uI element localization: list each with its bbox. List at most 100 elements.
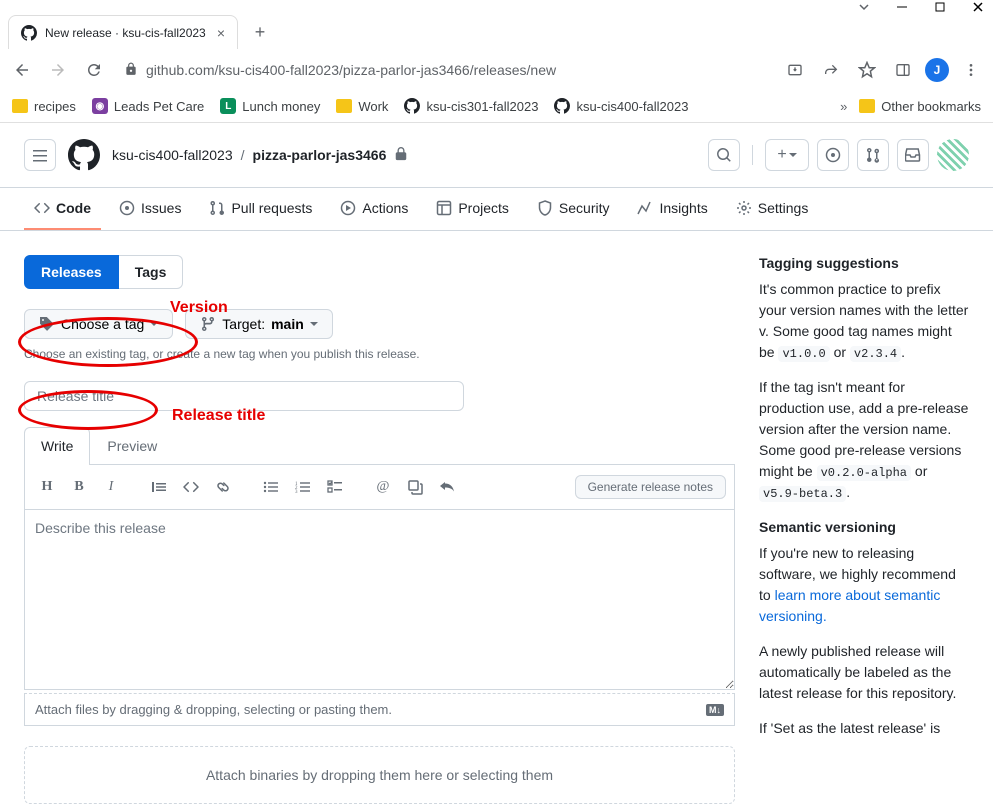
nav-actions[interactable]: Actions [330, 188, 418, 230]
site-icon: ◉ [92, 98, 108, 114]
issues-button[interactable] [817, 139, 849, 171]
nav-insights[interactable]: Insights [627, 188, 717, 230]
search-button[interactable] [708, 139, 740, 171]
choose-tag-button[interactable]: Choose a tag [24, 309, 173, 339]
semver-heading: Semantic versioning [759, 519, 969, 535]
window-titlebar [0, 0, 993, 14]
pull-requests-button[interactable] [857, 139, 889, 171]
folder-icon [12, 99, 28, 113]
cross-reference-button[interactable] [401, 473, 429, 501]
unordered-list-button[interactable] [257, 473, 285, 501]
tab-title: New release · ksu-cis-fall2023 [45, 26, 209, 40]
release-sidebar: Tagging suggestions It's common practice… [759, 255, 969, 804]
github-favicon-icon [21, 25, 37, 41]
bookmark-cis301[interactable]: ksu-cis301-fall2023 [404, 98, 538, 114]
side-panel-icon[interactable] [889, 56, 917, 84]
release-tabs: Releases Tags [24, 255, 735, 289]
italic-button[interactable]: I [97, 473, 125, 501]
quote-button[interactable] [145, 473, 173, 501]
dropdown-icon[interactable] [857, 0, 871, 14]
other-bookmarks[interactable]: Other bookmarks [859, 99, 981, 114]
page-scroll[interactable]: ksu-cis400-fall2023 / pizza-parlor-jas34… [0, 123, 993, 810]
bookmark-star-icon[interactable] [853, 56, 881, 84]
semver-link[interactable]: learn more about semantic versioning. [759, 587, 940, 624]
binary-dropzone[interactable]: Attach binaries by dropping them here or… [24, 746, 735, 804]
svg-text:3: 3 [295, 490, 298, 495]
tags-tab[interactable]: Tags [119, 255, 184, 289]
bookmarks-overflow-icon[interactable]: » [840, 99, 847, 114]
forward-button[interactable] [44, 56, 72, 84]
release-body: Releases Tags Choose a tag Target: main … [0, 231, 993, 810]
github-logo-icon[interactable] [68, 139, 100, 171]
nav-code[interactable]: Code [24, 188, 101, 230]
new-tab-button[interactable]: + [246, 18, 274, 46]
tag-row: Choose a tag Target: main [24, 309, 735, 339]
owner-link[interactable]: ksu-cis400-fall2023 [112, 147, 233, 163]
tag-hint-text: Choose an existing tag, or create a new … [24, 347, 735, 361]
bookmark-cis400[interactable]: ksu-cis400-fall2023 [554, 98, 688, 114]
nav-pulls[interactable]: Pull requests [199, 188, 322, 230]
heading-button[interactable]: H [33, 473, 61, 501]
address-bar: github.com/ksu-cis400-fall2023/pizza-par… [0, 50, 993, 90]
browser-menu-icon[interactable] [957, 56, 985, 84]
bookmarks-bar: recipes ◉Leads Pet Care LLunch money Wor… [0, 90, 993, 122]
reply-button[interactable] [433, 473, 461, 501]
bookmark-lunch[interactable]: LLunch money [220, 98, 320, 114]
preview-tab[interactable]: Preview [90, 427, 174, 464]
target-branch-button[interactable]: Target: main [185, 309, 333, 339]
latest-text: A newly published release will automatic… [759, 641, 969, 704]
bookmark-leads[interactable]: ◉Leads Pet Care [92, 98, 204, 114]
nav-issues[interactable]: Issues [109, 188, 191, 230]
lock-icon [124, 62, 138, 79]
create-new-button[interactable]: + [765, 139, 809, 171]
browser-chrome: New release · ksu-cis-fall2023 × + githu… [0, 0, 993, 123]
share-icon[interactable] [817, 56, 845, 84]
user-avatar[interactable] [937, 139, 969, 171]
reload-button[interactable] [80, 56, 108, 84]
tagging-text-1: It's common practice to prefix your vers… [759, 279, 969, 363]
branch-icon [200, 316, 216, 332]
close-button[interactable] [971, 0, 985, 14]
install-app-icon[interactable] [781, 56, 809, 84]
private-lock-icon [394, 147, 408, 164]
release-main: Releases Tags Choose a tag Target: main … [24, 255, 735, 804]
back-button[interactable] [8, 56, 36, 84]
generate-notes-button[interactable]: Generate release notes [575, 475, 726, 499]
bookmark-recipes[interactable]: recipes [12, 99, 76, 114]
attach-files-hint[interactable]: Attach files by dragging & dropping, sel… [24, 693, 735, 726]
github-icon [404, 98, 420, 114]
site-icon: L [220, 98, 236, 114]
write-tab[interactable]: Write [24, 427, 90, 465]
ordered-list-button[interactable]: 123 [289, 473, 317, 501]
link-button[interactable] [209, 473, 237, 501]
editor-tabs: Write Preview [24, 427, 735, 465]
bold-button[interactable]: B [65, 473, 93, 501]
mention-button[interactable]: @ [369, 473, 397, 501]
description-textarea[interactable] [24, 510, 735, 690]
tab-close-icon[interactable]: × [217, 25, 225, 41]
bookmark-work[interactable]: Work [336, 99, 388, 114]
inbox-button[interactable] [897, 139, 929, 171]
hamburger-menu[interactable] [24, 139, 56, 171]
folder-icon [859, 99, 875, 113]
task-list-button[interactable] [321, 473, 349, 501]
browser-tab[interactable]: New release · ksu-cis-fall2023 × [8, 15, 238, 49]
url-text: github.com/ksu-cis400-fall2023/pizza-par… [146, 62, 556, 78]
releases-tab[interactable]: Releases [24, 255, 119, 289]
code-button[interactable] [177, 473, 205, 501]
nav-security[interactable]: Security [527, 188, 620, 230]
url-bar[interactable]: github.com/ksu-cis400-fall2023/pizza-par… [116, 62, 773, 79]
release-title-input[interactable] [24, 381, 464, 411]
semver-text: If you're new to releasing software, we … [759, 543, 969, 627]
maximize-button[interactable] [933, 0, 947, 14]
nav-projects[interactable]: Projects [426, 188, 519, 230]
repo-link[interactable]: pizza-parlor-jas3466 [253, 147, 387, 163]
repo-header: ksu-cis400-fall2023 / pizza-parlor-jas34… [0, 123, 993, 188]
minimize-button[interactable] [895, 0, 909, 14]
tab-bar: New release · ksu-cis-fall2023 × + [0, 14, 993, 50]
folder-icon [336, 99, 352, 113]
profile-avatar[interactable]: J [925, 58, 949, 82]
caret-down-icon [150, 320, 158, 328]
nav-settings[interactable]: Settings [726, 188, 819, 230]
editor-toolbar: H B I 123 @ Generate release [24, 465, 735, 510]
